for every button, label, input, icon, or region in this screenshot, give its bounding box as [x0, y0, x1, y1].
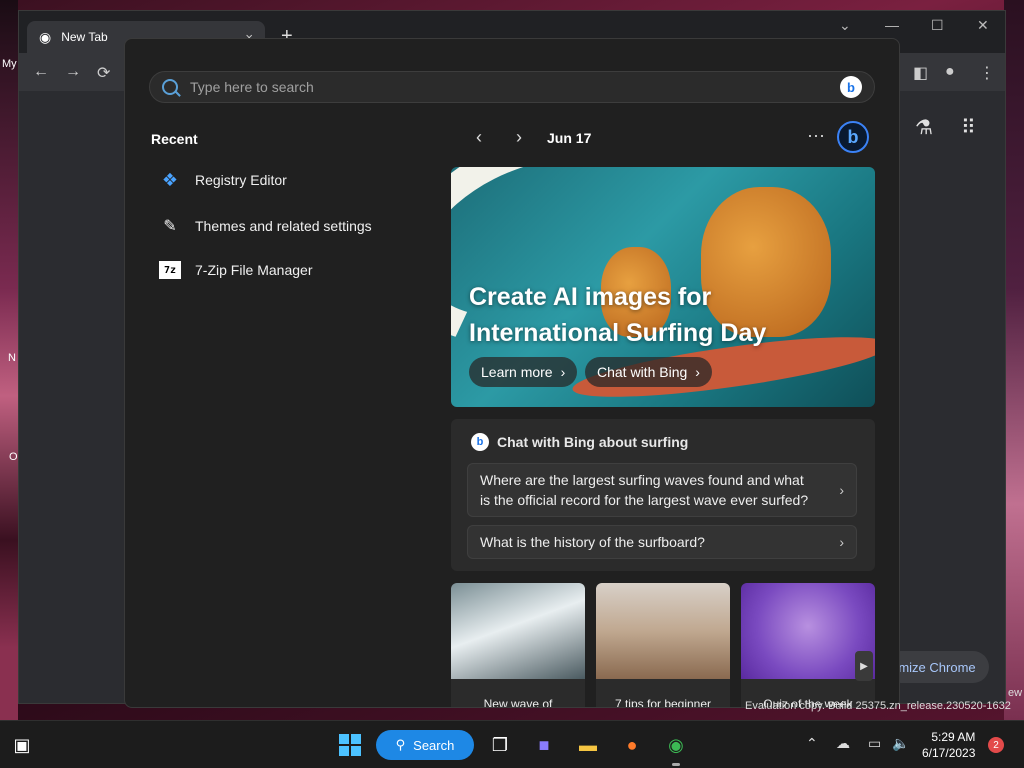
display-icon[interactable]: ▭ [868, 735, 881, 752]
chat-with-bing-button[interactable]: Chat with Bing › [585, 357, 712, 387]
bing-icon: b [471, 433, 489, 451]
customize-chrome-button[interactable]: mize Chrome [885, 651, 989, 683]
active-app-indicator [672, 763, 680, 766]
menu-dots-icon[interactable]: ⋮ [979, 63, 995, 83]
start-button[interactable] [336, 731, 364, 759]
hero-title: Create AI images for International Surfi… [469, 283, 767, 347]
chevron-up-icon[interactable]: ⌃ [806, 735, 818, 752]
back-icon[interactable]: ← [33, 63, 49, 81]
recent-item-registry-editor[interactable]: ❖ Registry Editor [159, 169, 287, 191]
date-navigation: ‹ › Jun 17 [459, 127, 591, 148]
desktop-icon-label[interactable]: N [8, 352, 16, 364]
desktop-icon-label[interactable]: My [2, 58, 17, 70]
file-explorer-icon[interactable]: ▬ [574, 731, 602, 759]
chrome-logo-icon: ◉ [39, 28, 52, 45]
taskbar-search-button[interactable]: ⚲ Search [376, 730, 474, 760]
scroll-right-button[interactable]: ▶ [855, 651, 873, 681]
network-icon[interactable]: ☁ [836, 735, 850, 752]
search-icon: ⚲ [395, 737, 406, 752]
desktop-icon-label[interactable]: O [9, 451, 18, 463]
search-flyout: Type here to search b Recent ❖ Registry … [124, 38, 900, 708]
teams-chat-icon[interactable]: ■ [530, 731, 558, 759]
surfer-image [451, 583, 585, 679]
volume-icon[interactable]: 🔈 [892, 735, 909, 752]
hero-banner[interactable]: Create AI images for International Surfi… [451, 167, 875, 407]
chevron-right-icon: › [839, 534, 844, 550]
firefox-icon[interactable]: ● [618, 731, 646, 759]
search-bar[interactable]: Type here to search b [149, 71, 875, 103]
more-options-icon[interactable]: ··· [807, 125, 825, 146]
desktop-wallpaper-right [1004, 0, 1024, 720]
minimize-icon[interactable]: — [885, 17, 899, 33]
reload-icon[interactable]: ⟳ [97, 63, 110, 83]
forward-icon[interactable]: → [65, 63, 81, 81]
profile-icon[interactable]: ● [945, 63, 955, 81]
chevron-right-icon: › [839, 482, 844, 498]
notification-badge[interactable]: 2 [988, 737, 1004, 753]
7zip-icon: 7z [159, 261, 181, 279]
chat-question-2[interactable]: What is the history of the surfboard? › [467, 525, 857, 559]
search-input[interactable]: Type here to search [190, 79, 314, 95]
task-view-icon[interactable]: ❐ [486, 731, 514, 759]
date-label: Jun 17 [547, 129, 592, 146]
recent-item-7zip[interactable]: 7z 7-Zip File Manager [159, 261, 313, 279]
windows-logo-icon [339, 734, 361, 756]
search-icon [162, 79, 178, 95]
chrome-taskbar-icon[interactable]: ◉ [662, 731, 690, 759]
bing-icon[interactable]: b [840, 76, 862, 98]
side-panel-icon[interactable]: ◧ [913, 63, 928, 83]
recent-item-themes[interactable]: ✎ Themes and related settings [159, 215, 372, 237]
chevron-left-icon[interactable]: ‹ [459, 127, 499, 148]
maximize-icon[interactable]: ☐ [931, 17, 944, 34]
recent-item-label: 7-Zip File Manager [195, 262, 313, 278]
news-card[interactable]: Quiz of the week [741, 583, 875, 707]
evaluation-watermark-partial: ew [1008, 687, 1023, 699]
bing-chat-card: b Chat with Bing about surfing Where are… [451, 419, 875, 571]
labs-flask-icon[interactable]: ⚗ [915, 115, 933, 140]
chat-heading: b Chat with Bing about surfing [471, 433, 688, 451]
chevron-right-icon: › [560, 364, 566, 380]
recent-item-label: Registry Editor [195, 172, 287, 188]
taskbar: ▣ ⚲ Search ❐ ■ ▬ ● ◉ ⌃ ☁ ▭ 🔈 5:29 AM 6/1… [0, 720, 1024, 768]
chevron-right-icon: › [695, 364, 700, 380]
recent-item-label: Themes and related settings [195, 218, 372, 234]
beginner-surfer-image [596, 583, 730, 679]
chat-question-1[interactable]: Where are the largest surfing waves foun… [467, 463, 857, 517]
clock[interactable]: 5:29 AM 6/17/2023 [922, 729, 975, 761]
widgets-icon[interactable]: ▣ [8, 731, 36, 759]
news-card[interactable]: New wave of [451, 583, 585, 707]
brush-icon: ✎ [163, 218, 177, 235]
tab-title: New Tab [61, 30, 108, 44]
recent-heading: Recent [151, 131, 198, 147]
learn-more-button[interactable]: Learn more › [469, 357, 578, 387]
apps-grid-icon[interactable]: ⠿ [961, 115, 976, 140]
news-card[interactable]: 7 tips for beginner [596, 583, 730, 707]
registry-editor-icon: ❖ [161, 169, 179, 190]
chevron-right-icon[interactable]: › [499, 127, 539, 148]
bing-chat-icon[interactable]: b [837, 121, 869, 153]
close-window-icon[interactable]: ✕ [977, 17, 989, 34]
evaluation-watermark: Evaluation copy. Build 25375.zn_release.… [745, 700, 1011, 712]
chevron-down-icon[interactable]: ⌄ [839, 17, 851, 34]
